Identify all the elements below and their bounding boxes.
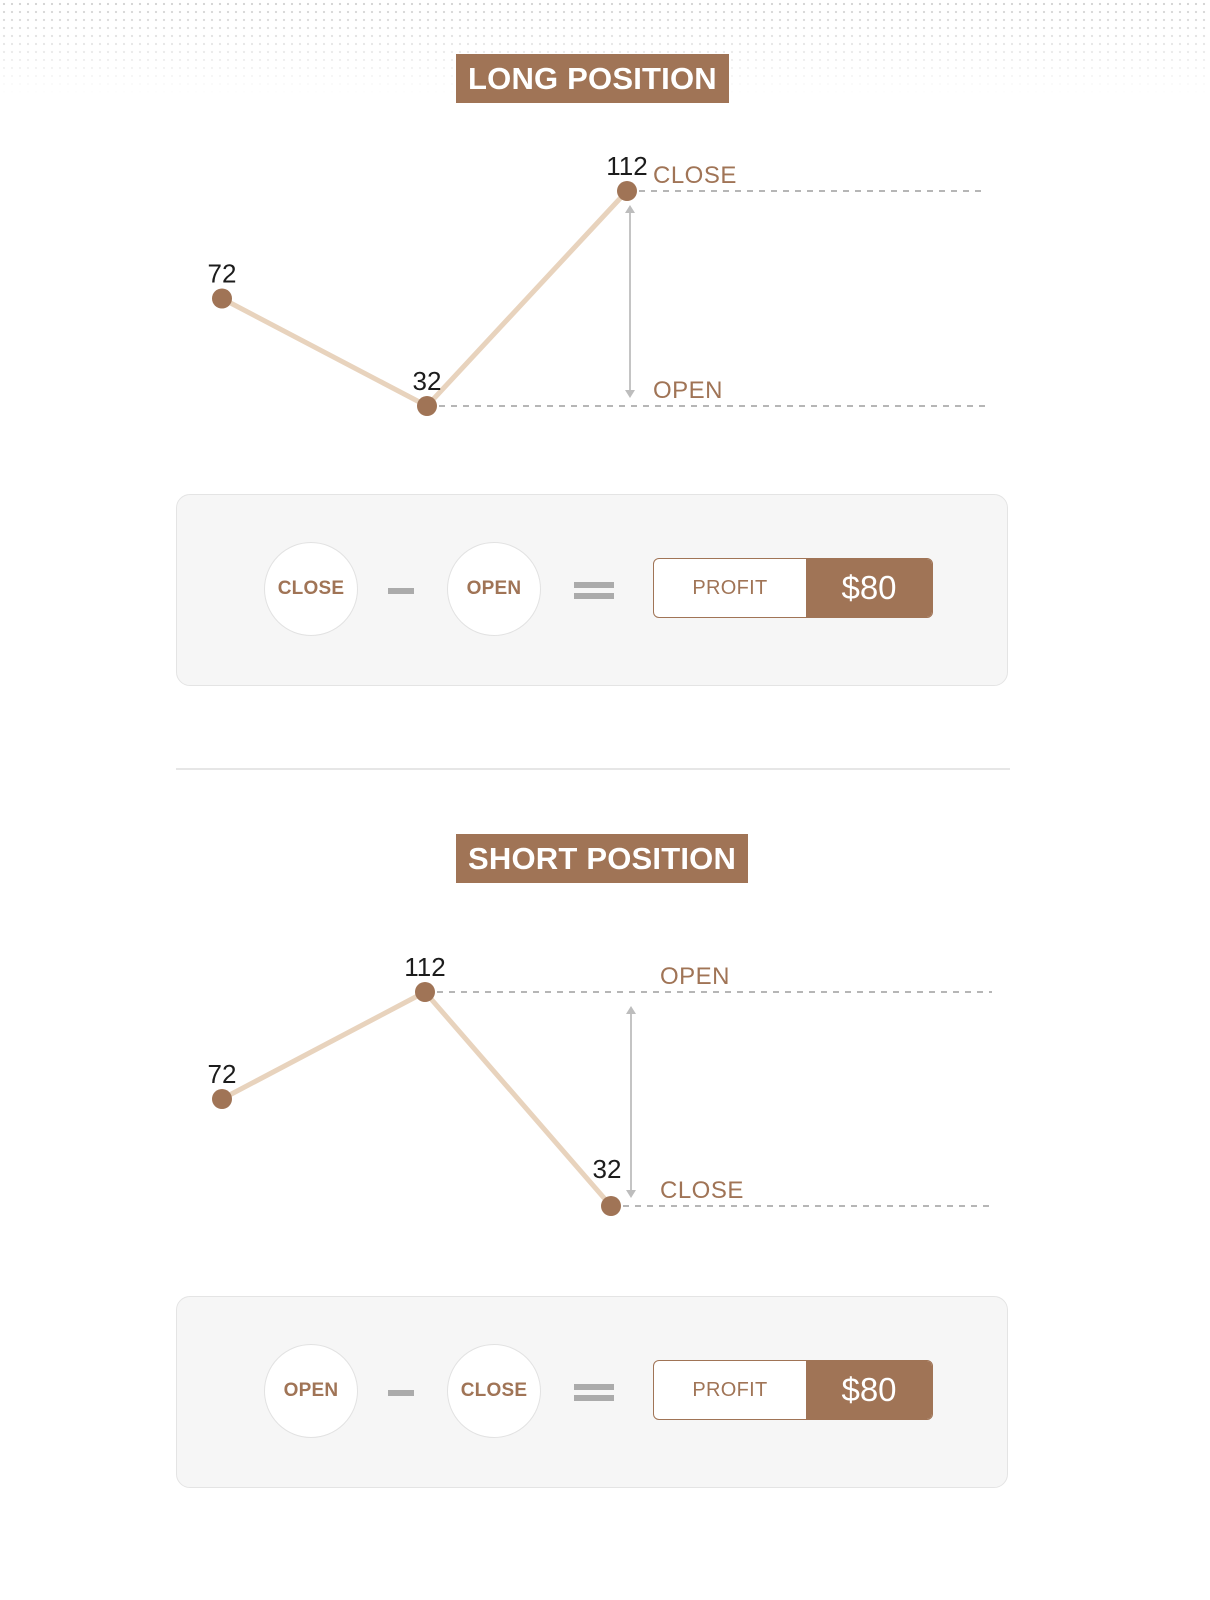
data-label: 112 (606, 151, 647, 181)
series-line (220, 989, 613, 1208)
arrow-down-icon (625, 390, 635, 398)
data-label: 72 (208, 259, 237, 289)
short-formula-panel: OPEN CLOSE PROFIT $80 (176, 1296, 1008, 1488)
data-label: 72 (208, 1059, 237, 1089)
minus-icon (388, 588, 414, 594)
formula-term-open: OPEN (447, 542, 541, 636)
profit-result: PROFIT $80 (653, 1360, 933, 1420)
section-divider (176, 768, 1010, 770)
long-position-chart: OPEN CLOSE 72 32 112 (208, 151, 985, 416)
arrow-up-icon (626, 1006, 636, 1014)
data-point (601, 1196, 621, 1216)
short-position-chart: OPEN CLOSE 72 112 32 (208, 952, 992, 1216)
data-point (617, 181, 637, 201)
data-point (212, 288, 232, 309)
long-position-title: LONG POSITION (456, 54, 729, 103)
data-point (212, 1089, 232, 1109)
minus-icon (388, 1390, 414, 1396)
formula-term-open: OPEN (264, 1344, 358, 1438)
formula-term-close: CLOSE (447, 1344, 541, 1438)
data-point (417, 396, 437, 416)
profit-value: $80 (806, 559, 932, 617)
profit-label: PROFIT (692, 1378, 768, 1401)
long-formula-panel: CLOSE OPEN PROFIT $80 (176, 494, 1008, 686)
reference-label-close: CLOSE (660, 1177, 744, 1204)
formula-term-close: CLOSE (264, 542, 358, 636)
profit-label: PROFIT (692, 576, 768, 599)
arrow-down-icon (626, 1190, 636, 1198)
data-label: 32 (413, 366, 442, 396)
data-label: 32 (593, 1154, 622, 1184)
reference-label-open: OPEN (660, 963, 730, 990)
reference-label-close: CLOSE (653, 162, 737, 189)
profit-result: PROFIT $80 (653, 558, 933, 618)
reference-label-open: OPEN (653, 377, 723, 404)
data-point (415, 982, 435, 1002)
data-label: 112 (404, 952, 445, 982)
arrow-up-icon (625, 205, 635, 213)
profit-value: $80 (806, 1361, 932, 1419)
equals-icon (574, 582, 614, 600)
equals-icon (574, 1384, 614, 1402)
short-position-title: SHORT POSITION (456, 834, 749, 883)
